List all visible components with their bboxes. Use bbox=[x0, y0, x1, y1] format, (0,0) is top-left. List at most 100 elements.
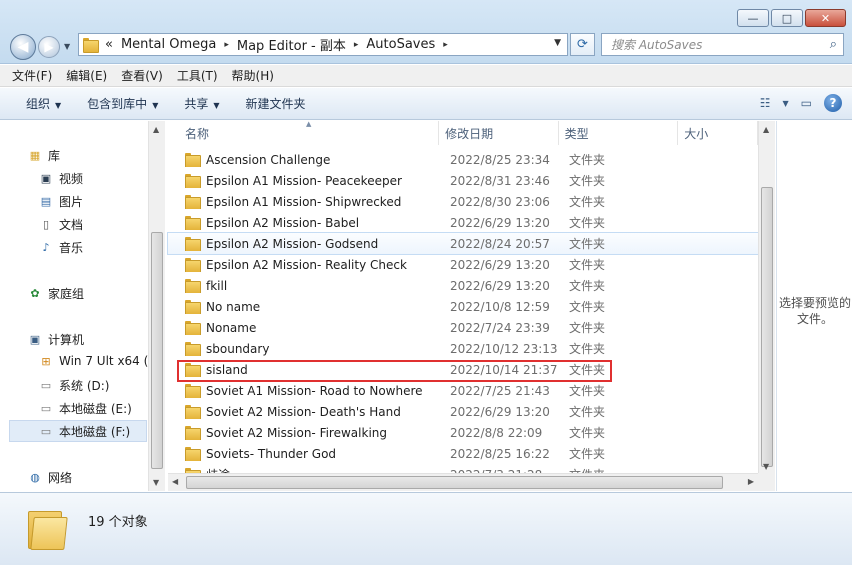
file-name-cell[interactable]: fkill bbox=[168, 279, 440, 293]
breadcrumb-separator[interactable]: ▸ bbox=[354, 40, 359, 50]
menu-tools[interactable]: 工具(T) bbox=[177, 67, 218, 84]
address-bar[interactable]: « Mental Omega ▸ Map Editor - 副本 ▸ AutoS… bbox=[78, 33, 568, 56]
file-name-cell[interactable]: Ascension Challenge bbox=[168, 153, 440, 167]
scroll-right-icon[interactable]: ▶ bbox=[748, 477, 754, 486]
file-name-cell[interactable]: Noname bbox=[168, 321, 440, 335]
file-row[interactable]: Soviet A1 Mission- Road to Nowhere 2022/7… bbox=[168, 380, 758, 401]
file-name-cell[interactable]: sboundary bbox=[168, 342, 440, 356]
view-options-icon[interactable]: ☷ bbox=[760, 96, 771, 110]
nav-music[interactable]: ♪ 音乐 bbox=[38, 239, 83, 256]
menu-help[interactable]: 帮助(H) bbox=[232, 67, 274, 84]
view-dropdown-icon[interactable]: ▼ bbox=[783, 99, 789, 108]
file-date: 2022/8/8 22:09 bbox=[450, 425, 543, 440]
file-name-cell[interactable]: Soviet A2 Mission- Firewalking bbox=[168, 426, 440, 440]
refresh-button[interactable]: ⟳ bbox=[570, 33, 595, 56]
column-name[interactable]: 名称 bbox=[168, 121, 440, 145]
file-row[interactable]: Soviets- Thunder God 2022/8/25 16:22 文件夹 bbox=[168, 443, 758, 464]
nav-drive-f[interactable]: ▭ 本地磁盘 (F:) bbox=[9, 420, 147, 442]
include-in-library-button[interactable]: 包含到库中 ▼ bbox=[87, 95, 158, 112]
horizontal-scroll-thumb[interactable] bbox=[186, 476, 723, 489]
nav-pictures[interactable]: ▤ 图片 bbox=[38, 193, 83, 210]
document-icon: ▯ bbox=[42, 218, 50, 231]
breadcrumb-map-editor[interactable]: Map Editor - 副本 bbox=[237, 35, 346, 54]
breadcrumb-overflow[interactable]: « bbox=[105, 37, 113, 52]
breadcrumb-separator[interactable]: ▸ bbox=[224, 40, 229, 50]
file-name-cell[interactable]: Soviet A1 Mission- Road to Nowhere bbox=[168, 384, 440, 398]
file-row[interactable]: Epsilon A1 Mission- Peacekeeper 2022/8/31… bbox=[168, 170, 758, 191]
back-button[interactable]: ◀ bbox=[10, 34, 36, 60]
help-icon[interactable]: ? bbox=[824, 94, 842, 112]
nav-library[interactable]: ▦ 库 bbox=[27, 147, 60, 164]
close-button[interactable]: ✕ bbox=[805, 9, 846, 27]
address-dropdown-icon[interactable]: ▼ bbox=[554, 38, 561, 48]
recent-pages-dropdown[interactable]: ▼ bbox=[64, 42, 70, 51]
share-button[interactable]: 共享 ▼ bbox=[184, 95, 219, 112]
file-row[interactable]: Noname 2022/7/24 23:39 文件夹 bbox=[168, 317, 758, 338]
file-name-cell[interactable]: No name bbox=[168, 300, 440, 314]
search-input[interactable]: 搜索 AutoSaves ⌕ bbox=[601, 33, 844, 56]
file-row[interactable]: Epsilon A2 Mission- Babel 2022/6/29 13:20… bbox=[168, 212, 758, 233]
file-list: ▲ 名称 修改日期 类型 大小 Ascension Challenge 2022/… bbox=[167, 120, 775, 491]
scroll-down-icon[interactable]: ▼ bbox=[153, 478, 159, 487]
command-bar: 组织 ▼ 包含到库中 ▼ 共享 ▼ 新建文件夹 ☷ ▼ ▭ ? bbox=[0, 88, 852, 120]
file-name-cell[interactable]: Epsilon A1 Mission- Peacekeeper bbox=[168, 174, 440, 188]
file-name-cell[interactable]: Epsilon A2 Mission- Babel bbox=[168, 216, 440, 230]
folder-icon bbox=[185, 153, 201, 167]
nav-scroll-thumb[interactable] bbox=[151, 232, 163, 469]
organize-button[interactable]: 组织 ▼ bbox=[26, 95, 61, 112]
nav-drive-c[interactable]: ⊞ Win 7 Ult x64 (C bbox=[38, 354, 156, 368]
column-size[interactable]: 大小 bbox=[678, 121, 758, 145]
view-controls: ☷ ▼ ▭ ? bbox=[760, 94, 842, 112]
nav-drive-e[interactable]: ▭ 本地磁盘 (E:) bbox=[38, 400, 132, 417]
column-type[interactable]: 类型 bbox=[559, 121, 679, 145]
file-name-cell[interactable]: sisland bbox=[168, 363, 440, 377]
nav-computer[interactable]: ▣ 计算机 bbox=[27, 331, 84, 348]
maximize-button[interactable]: □ bbox=[771, 9, 803, 27]
new-folder-button[interactable]: 新建文件夹 bbox=[246, 95, 306, 112]
folder-icon bbox=[185, 405, 201, 419]
file-list-horizontal-scrollbar[interactable]: ◀ ▶ bbox=[168, 473, 758, 491]
file-name-cell[interactable]: Epsilon A2 Mission- Reality Check bbox=[168, 258, 440, 272]
nav-homegroup[interactable]: ✿ 家庭组 bbox=[27, 285, 84, 302]
column-date-modified[interactable]: 修改日期 bbox=[439, 121, 559, 145]
file-name-cell[interactable]: Epsilon A1 Mission- Shipwrecked bbox=[168, 195, 440, 209]
file-list-vertical-scrollbar[interactable]: ▲ ▼ bbox=[758, 121, 775, 473]
menu-file[interactable]: 文件(F) bbox=[12, 67, 52, 84]
preview-pane-toggle-icon[interactable]: ▭ bbox=[801, 96, 812, 110]
scroll-up-icon[interactable]: ▲ bbox=[153, 125, 159, 134]
scroll-down-icon[interactable]: ▼ bbox=[763, 462, 769, 471]
nav-scrollbar[interactable]: ▲ ▼ bbox=[148, 121, 165, 491]
nav-drive-f-label: 本地磁盘 (F:) bbox=[59, 424, 131, 439]
file-row[interactable]: sboundary 2022/10/12 23:13 文件夹 bbox=[168, 338, 758, 359]
nav-network[interactable]: ◍ 网络 bbox=[27, 469, 72, 486]
file-date: 2022/7/24 23:39 bbox=[450, 320, 550, 335]
scroll-up-icon[interactable]: ▲ bbox=[763, 125, 769, 134]
file-row[interactable]: sisland 2022/10/14 21:37 文件夹 bbox=[168, 359, 758, 380]
file-row[interactable]: Soviet A2 Mission- Death's Hand 2022/6/29… bbox=[168, 401, 758, 422]
minimize-button[interactable]: — bbox=[737, 9, 769, 27]
file-row[interactable]: No name 2022/10/8 12:59 文件夹 bbox=[168, 296, 758, 317]
vertical-scroll-thumb[interactable] bbox=[761, 187, 773, 467]
breadcrumb-separator[interactable]: ▸ bbox=[443, 40, 448, 50]
nav-videos[interactable]: ▣ 视频 bbox=[38, 170, 83, 187]
menu-edit[interactable]: 编辑(E) bbox=[66, 67, 107, 84]
file-name-cell[interactable]: Soviets- Thunder God bbox=[168, 447, 440, 461]
file-row[interactable]: Epsilon A2 Mission- Godsend 2022/8/24 20:… bbox=[167, 232, 759, 255]
forward-button[interactable]: ▶ bbox=[38, 36, 60, 58]
picture-icon: ▤ bbox=[40, 195, 52, 208]
file-name-cell[interactable]: Epsilon A2 Mission- Godsend bbox=[168, 237, 440, 251]
file-row[interactable]: Soviet A2 Mission- Firewalking 2022/8/8 2… bbox=[168, 422, 758, 443]
file-row[interactable]: Epsilon A2 Mission- Reality Check 2022/6/… bbox=[168, 254, 758, 275]
breadcrumb-mental-omega[interactable]: Mental Omega bbox=[121, 37, 216, 52]
file-name-cell[interactable]: Soviet A2 Mission- Death's Hand bbox=[168, 405, 440, 419]
menu-view[interactable]: 查看(V) bbox=[121, 67, 163, 84]
file-row[interactable]: Epsilon A1 Mission- Shipwrecked 2022/8/30… bbox=[168, 191, 758, 212]
file-row[interactable]: Ascension Challenge 2022/8/25 23:34 文件夹 bbox=[168, 149, 758, 170]
nav-music-label: 音乐 bbox=[59, 241, 84, 255]
nav-documents[interactable]: ▯ 文档 bbox=[38, 216, 83, 233]
scroll-left-icon[interactable]: ◀ bbox=[172, 477, 178, 486]
nav-drive-d[interactable]: ▭ 系统 (D:) bbox=[38, 377, 110, 394]
search-icon[interactable]: ⌕ bbox=[830, 37, 837, 52]
file-row[interactable]: fkill 2022/6/29 13:20 文件夹 bbox=[168, 275, 758, 296]
breadcrumb-autosaves[interactable]: AutoSaves bbox=[366, 37, 435, 52]
